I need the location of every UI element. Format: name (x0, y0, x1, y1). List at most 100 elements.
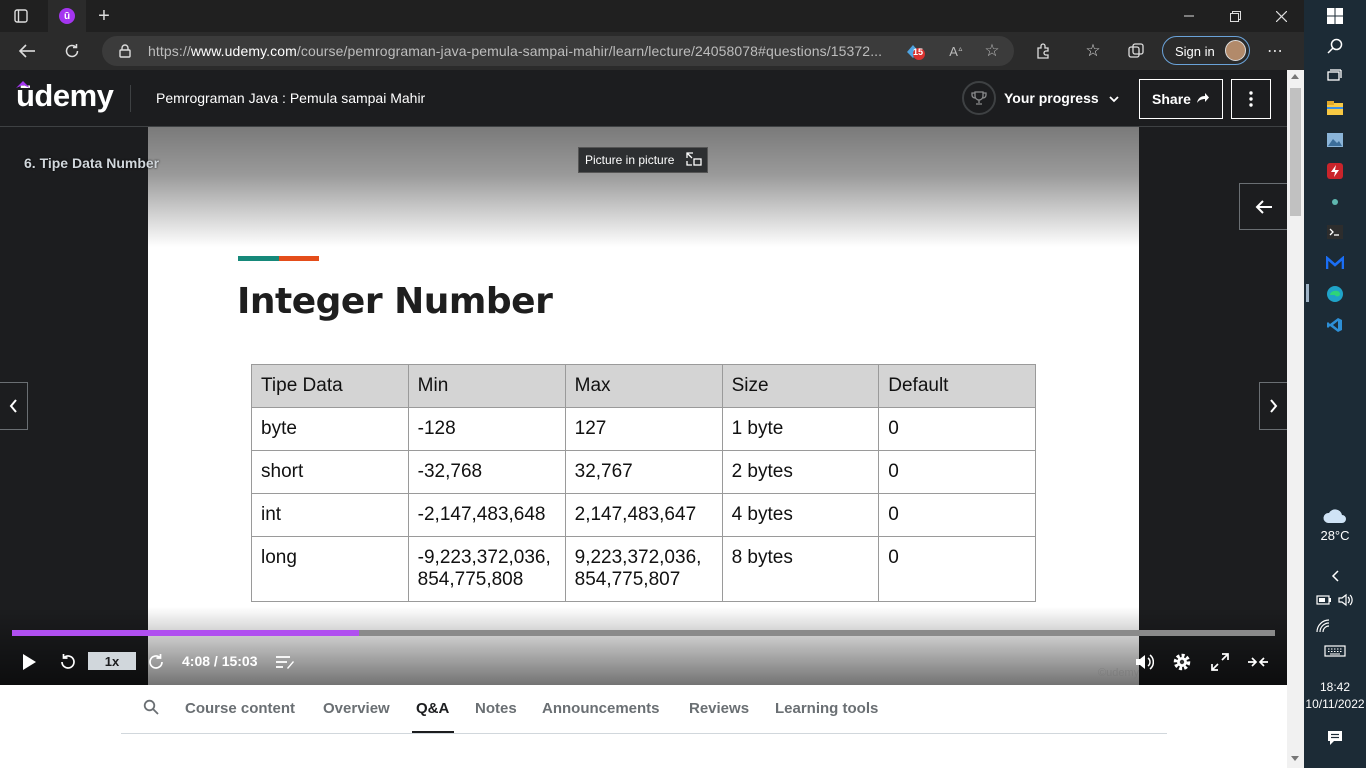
favorites-icon[interactable]: ☆ (1082, 41, 1104, 61)
extensions-icon[interactable] (1032, 41, 1054, 61)
fullscreen-icon (1211, 653, 1229, 671)
more-options-button[interactable] (1231, 79, 1271, 119)
settings-button[interactable] (1171, 649, 1193, 675)
next-lecture-button[interactable] (1259, 382, 1287, 430)
sign-in-button[interactable]: Sign in (1162, 36, 1250, 65)
chevron-right-icon (1270, 399, 1278, 413)
notification-center-icon[interactable] (1304, 728, 1366, 748)
tab-qa[interactable]: Q&A (416, 700, 449, 717)
url-field[interactable]: https://www.udemy.com/course/pemrograman… (102, 36, 1014, 66)
tab-reviews[interactable]: Reviews (689, 700, 749, 717)
tab-actions-icon[interactable] (12, 8, 30, 24)
trophy-icon[interactable] (962, 81, 996, 115)
file-explorer-icon[interactable] (1304, 98, 1366, 118)
table-cell: 2 bytes (721, 450, 880, 494)
minimize-button[interactable] (1166, 0, 1212, 32)
rewind-button[interactable] (56, 649, 78, 675)
taskbar-search-icon[interactable] (1304, 36, 1366, 56)
more-options-icon[interactable]: ⋯ (1264, 41, 1286, 61)
clock-time[interactable]: 18:42 (1304, 680, 1366, 694)
controls-shade (0, 607, 1287, 685)
restore-button[interactable] (1212, 0, 1258, 32)
mail-app-icon[interactable] (1304, 253, 1366, 273)
table-cell: 0 (878, 450, 1036, 494)
playback-speed-button[interactable]: 1x (88, 652, 136, 670)
terminal-icon[interactable] (1304, 222, 1366, 242)
tab-notes[interactable]: Notes (475, 700, 517, 717)
forward-button[interactable] (146, 649, 168, 675)
video-progress-fill (12, 630, 360, 636)
table-row: int -2,147,483,648 2,147,483,647 4 bytes… (251, 493, 1036, 537)
share-button[interactable]: Share (1139, 79, 1223, 119)
forward-icon (149, 654, 163, 669)
scrollbar-thumb[interactable] (1290, 88, 1301, 216)
add-favorite-icon[interactable]: ☆ (982, 41, 1002, 61)
scroll-up-arrow-icon[interactable] (1291, 74, 1299, 79)
url-text: https://www.udemy.com/course/pemrograman… (148, 43, 883, 59)
picture-in-picture-button[interactable]: Picture in picture (578, 147, 708, 173)
table-cell: short (251, 450, 409, 494)
table-cell: 9,223,372,036, 854,775,807 (564, 536, 723, 602)
weather-cloud-icon[interactable] (1304, 506, 1366, 526)
tray-app-icon[interactable] (1304, 192, 1366, 212)
tab-overview[interactable]: Overview (323, 700, 390, 717)
page-scrollbar[interactable] (1287, 70, 1304, 768)
tab-announcements[interactable]: Announcements (542, 700, 660, 717)
course-title[interactable]: Pemrograman Java : Pemula sampai Mahir (156, 90, 425, 106)
task-view-icon[interactable] (1304, 66, 1366, 86)
lock-icon[interactable] (118, 43, 132, 59)
windows-start-icon[interactable] (1304, 6, 1366, 26)
wifi-icon[interactable] (1304, 616, 1366, 636)
expand-sidebar-button[interactable] (1239, 183, 1287, 230)
video-player[interactable]: 6. Tipe Data Number Picture in picture I… (0, 127, 1287, 685)
windows-taskbar: 28°C 18:42 10/11/2022 (1304, 0, 1366, 768)
vscode-icon[interactable] (1304, 315, 1366, 335)
clock-date[interactable]: 10/11/2022 (1304, 697, 1366, 711)
show-hidden-icons-chevron-icon[interactable] (1304, 566, 1366, 586)
table-cell: 0 (878, 536, 1036, 602)
photos-icon[interactable] (1304, 130, 1366, 150)
new-tab-button[interactable]: + (94, 5, 114, 27)
tab-learning-tools[interactable]: Learning tools (775, 700, 878, 717)
udemy-logo[interactable]: ūdemy (16, 78, 114, 114)
your-progress-button[interactable]: Your progress (1004, 90, 1119, 106)
read-aloud-icon[interactable]: Aᐞ (946, 42, 966, 60)
back-button[interactable] (16, 41, 38, 61)
active-app-indicator (1306, 284, 1309, 302)
tabs-divider (121, 733, 1167, 734)
transcript-button[interactable] (274, 649, 296, 675)
video-progress-bar[interactable] (12, 630, 1275, 636)
active-browser-tab[interactable]: ū (48, 0, 86, 32)
logo-hat-icon (16, 81, 30, 88)
slide-accent-teal (238, 256, 279, 261)
table-cell: 8 bytes (721, 536, 880, 602)
table-header-cell: Default (878, 364, 1036, 408)
table-header-cell: Size (721, 364, 880, 408)
play-icon (23, 654, 36, 670)
course-header: ūdemy Pemrograman Java : Pemula sampai M… (0, 70, 1287, 127)
edge-browser-icon[interactable] (1304, 283, 1366, 305)
search-icon[interactable] (143, 699, 159, 717)
table-cell: 127 (564, 407, 723, 451)
keyboard-icon[interactable] (1304, 641, 1366, 661)
refresh-button[interactable] (61, 41, 83, 61)
play-button[interactable] (18, 649, 40, 675)
table-header-cell: Min (407, 364, 566, 408)
gear-icon (1173, 653, 1191, 671)
weather-temperature[interactable]: 28°C (1304, 528, 1366, 543)
theater-mode-button[interactable] (1246, 649, 1270, 675)
table-header-cell: Max (564, 364, 723, 408)
table-cell: 4 bytes (721, 493, 880, 537)
tab-course-content[interactable]: Course content (185, 700, 295, 717)
time-display: 4:08 / 15:03 (182, 653, 258, 669)
volume-button[interactable] (1133, 649, 1155, 675)
extension-badge-icon[interactable]: 15 (902, 41, 928, 61)
collections-icon[interactable] (1125, 41, 1147, 61)
scroll-down-arrow-icon[interactable] (1291, 756, 1299, 761)
flash-app-icon[interactable] (1304, 161, 1366, 181)
fullscreen-button[interactable] (1209, 649, 1231, 675)
close-window-button[interactable] (1258, 0, 1304, 32)
pip-icon (686, 151, 703, 169)
volume-tray-icon[interactable] (1304, 590, 1366, 610)
previous-lecture-button[interactable] (0, 382, 28, 430)
